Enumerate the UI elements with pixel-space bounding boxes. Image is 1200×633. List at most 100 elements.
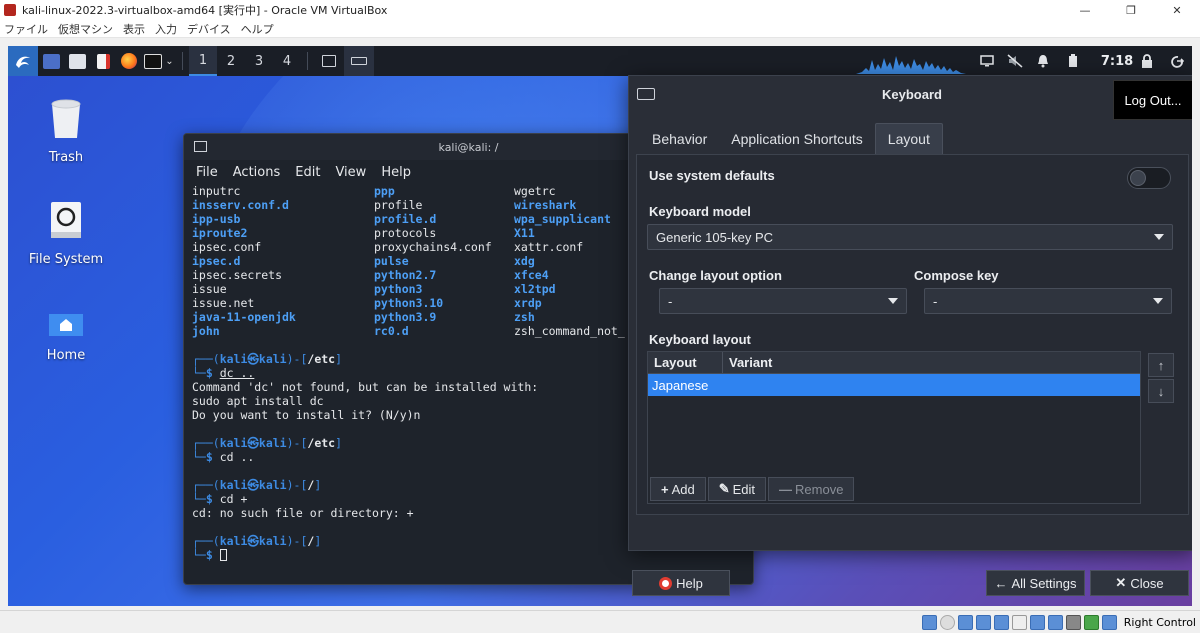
maximize-button[interactable]: ❐ [1108, 0, 1154, 20]
prompt-at: ㉿ [247, 436, 259, 450]
close-window-button[interactable]: ✕ [1154, 0, 1200, 20]
audio-icon[interactable] [957, 614, 973, 630]
shared-folders-icon[interactable] [1011, 614, 1027, 630]
all-settings-button[interactable]: ← All Settings [986, 570, 1085, 596]
menu-devices[interactable]: デバイス [187, 21, 231, 37]
toggle-knob [1130, 170, 1146, 186]
display-icon[interactable] [1029, 614, 1045, 630]
listing-entry: wgetrc [514, 184, 556, 198]
terminal-menu-file[interactable]: File [196, 165, 218, 180]
dropdown-arrow-icon [888, 298, 898, 304]
layout-tab-page: Use system defaults Keyboard model Gener… [636, 154, 1189, 515]
file-manager-launcher[interactable] [64, 46, 90, 76]
keyboard-layout-table: Layout Variant Japanese + Add ✎ Edit — Remo… [647, 351, 1141, 504]
close-button[interactable]: ✕ Close [1090, 570, 1189, 596]
keyboard-model-select[interactable]: Generic 105-key PC [647, 224, 1173, 250]
help-label: Help [676, 575, 703, 591]
host-titlebar: kali-linux-2022.3-virtualbox-amd64 [実行中]… [0, 0, 1200, 20]
terminal-menu-edit[interactable]: Edit [295, 165, 320, 180]
terminal-title: kali@kali: / [438, 140, 499, 154]
move-layout-down-button[interactable]: ↓ [1148, 379, 1174, 403]
minimize-button[interactable]: — [1062, 0, 1108, 20]
remove-layout-button[interactable]: — Remove [768, 477, 855, 501]
applications-menu-button[interactable] [8, 46, 38, 76]
help-button[interactable]: Help [632, 570, 730, 596]
volume-tray-button[interactable] [1002, 46, 1028, 76]
hard-disk-icon[interactable] [921, 614, 937, 630]
command-text: cd .. [219, 450, 255, 464]
keyboard-dialog-titlebar[interactable]: Keyboard [629, 76, 1192, 112]
text-editor-icon [96, 53, 110, 69]
workspace-4[interactable]: 4 [273, 46, 301, 76]
tab-behavior[interactable]: Behavior [640, 123, 719, 154]
table-row[interactable]: Japanese [648, 374, 1140, 396]
prompt-user: kali [219, 436, 248, 450]
mouse-integration-icon[interactable] [1083, 614, 1099, 630]
cpu-icon[interactable] [1065, 614, 1081, 630]
edit-layout-button[interactable]: ✎ Edit [707, 477, 767, 501]
desktop-icon-home[interactable]: Home [16, 312, 116, 363]
lock-screen-button[interactable] [1134, 46, 1160, 76]
terminal-menu-help[interactable]: Help [381, 165, 411, 180]
notifications-tray-button[interactable] [1030, 46, 1056, 76]
terminal-menu-view[interactable]: View [335, 165, 366, 180]
panel-separator [182, 52, 183, 70]
change-layout-option-value: - [668, 293, 673, 309]
taskbar-keyboard[interactable] [344, 46, 374, 76]
desktop-icon-trash[interactable]: Trash [16, 98, 116, 165]
show-desktop-button[interactable] [38, 46, 64, 76]
menu-machine[interactable]: 仮想マシン [58, 21, 113, 37]
optical-drive-icon[interactable] [939, 614, 955, 630]
text-editor-launcher[interactable] [90, 46, 116, 76]
column-header-variant[interactable]: Variant [723, 352, 772, 373]
listing-entry: insserv.conf.d [192, 198, 289, 212]
workspace-3[interactable]: 3 [245, 46, 273, 76]
workspace-2[interactable]: 2 [217, 46, 245, 76]
move-layout-up-button[interactable]: ↑ [1148, 353, 1174, 377]
menu-view[interactable]: 表示 [123, 21, 145, 37]
listing-entry: python3.10 [374, 296, 444, 310]
network-icon[interactable] [975, 614, 991, 630]
compose-key-select[interactable]: - [924, 288, 1172, 314]
add-layout-button[interactable]: + Add [650, 477, 706, 501]
host-window-title: kali-linux-2022.3-virtualbox-amd64 [実行中]… [22, 4, 388, 17]
prompt-at: ㉿ [247, 534, 259, 548]
listing-entry: issue [192, 282, 227, 296]
prompt-bracket: ] [314, 478, 322, 492]
keyboard-capture-icon[interactable] [1101, 614, 1117, 630]
keyboard-settings-dialog: Keyboard Behavior Application Shortcuts … [628, 75, 1192, 596]
bell-icon [1038, 55, 1048, 68]
change-layout-option-select[interactable]: - [659, 288, 907, 314]
firefox-launcher[interactable] [116, 46, 142, 76]
prompt-dollar: $ [205, 366, 220, 380]
listing-entry: zsh [514, 310, 535, 324]
workspace-1[interactable]: 1 [189, 46, 217, 76]
terminal-menu-actions[interactable]: Actions [233, 165, 281, 180]
dropdown-arrow-icon [1154, 234, 1164, 240]
column-header-layout[interactable]: Layout [648, 352, 723, 373]
tab-layout[interactable]: Layout [874, 123, 943, 154]
tab-application-shortcuts[interactable]: Application Shortcuts [719, 123, 875, 154]
prompt-bracket: ┌──( [192, 534, 220, 548]
listing-entry: X11 [514, 226, 535, 240]
usb-icon[interactable] [993, 614, 1009, 630]
prompt-host: kali [258, 478, 287, 492]
use-system-defaults-toggle[interactable] [1127, 167, 1171, 189]
listing-entry: python2.7 [374, 268, 437, 282]
virtualbox-icon [4, 4, 16, 16]
drive-icon [51, 202, 81, 238]
desktop-icon-file-system[interactable]: File System [16, 200, 116, 267]
recording-icon[interactable] [1047, 614, 1063, 630]
taskbar-terminal[interactable] [314, 46, 344, 76]
menu-input[interactable]: 入力 [155, 21, 177, 37]
desktop-icon-label: Trash [48, 150, 84, 165]
logout-button[interactable] [1164, 46, 1190, 76]
desktop-icon-label: File System [28, 252, 104, 267]
terminal-launcher[interactable]: ⌄ [142, 46, 176, 76]
menu-file[interactable]: ファイル [4, 21, 48, 37]
prompt-at: ㉿ [247, 352, 259, 366]
display-tray-button[interactable] [974, 46, 1000, 76]
battery-tray-button[interactable] [1060, 46, 1086, 76]
prompt-user: kali [219, 478, 248, 492]
menu-help[interactable]: ヘルプ [241, 21, 274, 37]
